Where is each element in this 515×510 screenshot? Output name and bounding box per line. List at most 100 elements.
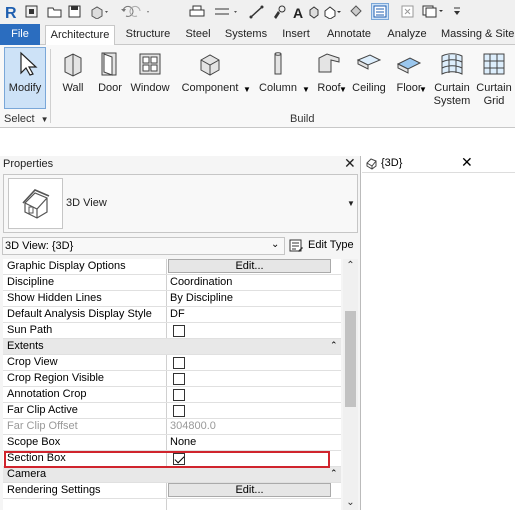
scrollbar-thumb[interactable]	[345, 311, 356, 407]
edit-type-label: Edit Type	[308, 239, 354, 251]
property-name: Crop View	[3, 355, 167, 370]
property-row-far-clip-active: Far Clip Active	[3, 403, 341, 419]
rendering-settings-edit-button[interactable]: Edit...	[168, 483, 331, 497]
switch-windows-icon[interactable]	[421, 3, 447, 20]
window-button[interactable]: Window	[127, 48, 173, 110]
default-3d-view-icon[interactable]	[322, 3, 344, 20]
property-row-annotation-crop: Annotation Crop	[3, 387, 341, 403]
instance-filter-select[interactable]: 3D View: {3D} ⌄	[2, 237, 285, 255]
scroll-down-icon[interactable]: ⌄	[343, 496, 358, 510]
graphic-display-edit-button[interactable]: Edit...	[168, 259, 331, 273]
ribbon: Modify Select ▼ Wall Door Window Compone…	[0, 45, 515, 128]
wall-label: Wall	[62, 82, 84, 94]
crop-region-visible-checkbox[interactable]	[173, 373, 185, 385]
undo-icon[interactable]	[119, 3, 153, 20]
curtain-system-button[interactable]: Curtain System	[432, 48, 472, 110]
save-icon[interactable]	[67, 3, 81, 20]
ceiling-button[interactable]: Ceiling	[350, 48, 388, 110]
tab-insert[interactable]: Insert	[278, 25, 314, 45]
component-dropdown-icon[interactable]: ▼	[243, 85, 251, 94]
open-folder-icon[interactable]	[46, 3, 62, 20]
ceiling-icon	[356, 54, 382, 70]
thin-lines-icon[interactable]	[371, 3, 389, 20]
property-name: Graphic Display Options	[3, 259, 167, 274]
home-icon[interactable]	[24, 3, 38, 20]
collapse-icon[interactable]: ⌃	[330, 340, 338, 351]
three-d-view-icon[interactable]	[308, 3, 320, 20]
show-hidden-lines-value[interactable]: By Discipline	[168, 291, 341, 306]
type-dropdown-icon[interactable]: ▼	[347, 199, 355, 208]
edit-type-button[interactable]: Edit Type	[289, 236, 359, 256]
scope-box-value[interactable]: None	[168, 435, 341, 450]
instance-filter-value: 3D View: {3D}	[5, 240, 74, 252]
type-thumbnail	[8, 178, 63, 229]
tab-structure[interactable]: Structure	[120, 25, 176, 45]
close-hidden-windows-icon[interactable]	[400, 3, 414, 20]
print-icon[interactable]	[188, 3, 206, 20]
column-label: Column	[259, 82, 297, 94]
ceiling-label: Ceiling	[352, 82, 386, 94]
property-name: Crop Region Visible	[3, 371, 167, 386]
property-name: Show Hidden Lines	[3, 291, 167, 306]
floor-dropdown-icon[interactable]: ▼	[419, 85, 427, 94]
tab-annotate[interactable]: Annotate	[322, 25, 376, 45]
discipline-value[interactable]: Coordination	[168, 275, 341, 290]
view-close-icon[interactable]: ✕	[461, 154, 473, 171]
analysis-display-style-value[interactable]: DF	[168, 307, 341, 322]
house-3d-icon	[22, 189, 50, 219]
door-icon	[101, 52, 117, 76]
property-name: Far Clip Offset	[3, 419, 167, 434]
tab-systems[interactable]: Systems	[222, 25, 270, 45]
view-canvas[interactable]	[362, 172, 515, 510]
properties-scrollbar[interactable]: ⌃ ⌄	[343, 259, 358, 510]
property-group-extents[interactable]: Extents ⌃	[3, 339, 341, 355]
door-label: Door	[98, 82, 122, 94]
collapse-icon[interactable]: ⌃	[330, 468, 338, 479]
roof-dropdown-icon[interactable]: ▼	[339, 85, 347, 94]
panel-select-label[interactable]: Select ▼	[4, 113, 49, 125]
column-dropdown-icon[interactable]: ▼	[302, 85, 310, 94]
property-group-camera[interactable]: Camera ⌃	[3, 467, 341, 483]
tab-file[interactable]: File	[0, 24, 40, 45]
section-icon[interactable]	[349, 3, 363, 20]
tab-architecture[interactable]: Architecture	[45, 25, 115, 46]
tab-analyze[interactable]: Analyze	[383, 25, 431, 45]
component-button[interactable]: Component	[177, 48, 243, 110]
properties-close-icon[interactable]: ✕	[344, 155, 356, 172]
door-button[interactable]: Door	[94, 48, 126, 110]
view-tab-3d[interactable]: {3D} ✕	[362, 154, 515, 172]
measure-icon[interactable]	[212, 3, 242, 20]
aligned-dimension-icon[interactable]	[248, 3, 266, 20]
tag-icon[interactable]	[271, 3, 287, 20]
curtain-grid-button[interactable]: Curtain Grid	[474, 48, 514, 110]
text-icon[interactable]: A	[291, 3, 305, 20]
property-name: Sun Path	[3, 323, 167, 338]
property-row-rendering-settings: Rendering Settings Edit...	[3, 483, 341, 499]
wall-button[interactable]: Wall	[54, 48, 92, 110]
scroll-up-icon[interactable]: ⌃	[343, 259, 358, 273]
column-button[interactable]: Column	[255, 48, 301, 110]
customize-qat-icon[interactable]	[451, 3, 463, 20]
view-tab-title: {3D}	[381, 157, 403, 169]
curtain-system-label-2: System	[433, 95, 471, 107]
annotation-crop-checkbox[interactable]	[173, 389, 185, 401]
curtain-grid-label-1: Curtain	[476, 82, 512, 94]
type-selector[interactable]: 3D View ▼	[3, 174, 358, 233]
far-clip-active-checkbox[interactable]	[173, 405, 185, 417]
roof-button[interactable]: Roof	[312, 48, 346, 110]
floor-button[interactable]: Floor	[392, 48, 426, 110]
tab-steel[interactable]: Steel	[182, 25, 214, 45]
tab-massing-site[interactable]: Massing & Site	[437, 25, 515, 45]
curtain-grid-label-2: Grid	[483, 95, 505, 107]
modify-button[interactable]: Modify	[4, 47, 46, 109]
panel-build-label: Build	[290, 113, 315, 125]
chevron-down-icon: ⌄	[271, 239, 280, 250]
instance-bar: 3D View: {3D} ⌄ Edit Type	[0, 236, 361, 256]
property-name: Far Clip Active	[3, 403, 167, 418]
property-name: Default Analysis Display Style	[3, 307, 167, 322]
sync-icon[interactable]	[89, 3, 111, 20]
revit-logo-icon[interactable]: R	[3, 3, 19, 20]
crop-view-checkbox[interactable]	[173, 357, 185, 369]
sun-path-checkbox[interactable]	[173, 325, 185, 337]
properties-title: Properties	[3, 158, 54, 170]
